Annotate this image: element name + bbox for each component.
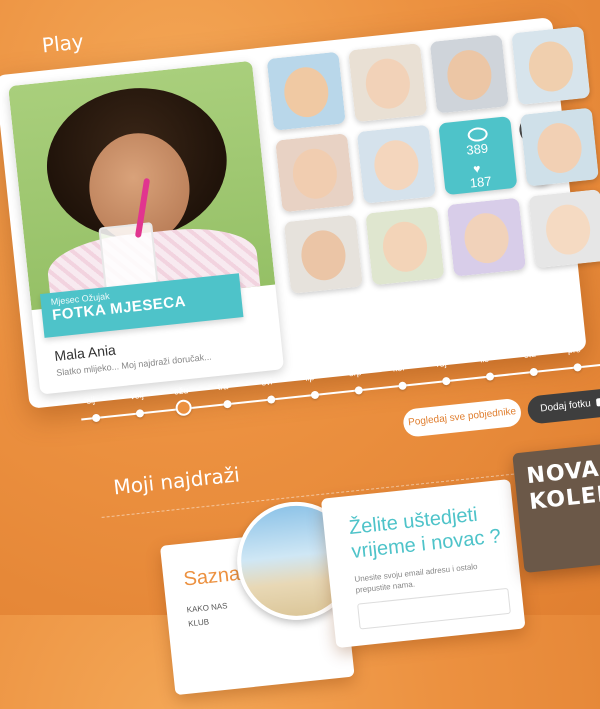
timeline-dot-active[interactable] bbox=[174, 398, 193, 417]
timeline-month-label[interactable]: svi bbox=[261, 376, 273, 387]
featured-name: Mala Ania bbox=[53, 341, 117, 364]
email-field[interactable] bbox=[357, 587, 511, 630]
thumbnail[interactable] bbox=[275, 133, 355, 213]
views-count: 389 bbox=[465, 140, 489, 158]
photo-of-month-card: Mjesec Ožujak FOTKA MJESECA Mala Ania Sl… bbox=[0, 17, 600, 409]
timeline-month-label[interactable]: sij bbox=[86, 395, 95, 406]
saznaj-item[interactable]: KLUB bbox=[188, 617, 210, 628]
thumbnail[interactable] bbox=[528, 189, 600, 269]
timeline-dot[interactable] bbox=[266, 395, 276, 404]
winners-button[interactable]: Pogledaj sve pobjednike bbox=[402, 397, 523, 438]
thumbnail-active[interactable]: 389 ♥ 187 bbox=[438, 116, 518, 196]
timeline-dot[interactable] bbox=[223, 399, 232, 409]
timeline-month-label[interactable]: ožu bbox=[173, 385, 188, 396]
saznaj-item[interactable]: KAKO NAS bbox=[186, 601, 228, 614]
timeline-dot[interactable] bbox=[485, 372, 495, 381]
timeline-month-label[interactable]: lis bbox=[480, 354, 489, 365]
section-title-play: Play bbox=[40, 29, 85, 58]
likes-count: 187 bbox=[469, 173, 493, 191]
timeline-month-label[interactable]: kol bbox=[392, 363, 404, 374]
thumbnail[interactable] bbox=[356, 124, 436, 204]
timeline-month-label[interactable]: lip bbox=[305, 372, 315, 383]
thumbnail[interactable] bbox=[365, 206, 445, 286]
thumbnail[interactable] bbox=[429, 34, 509, 114]
featured-photo-card[interactable]: Mjesec Ožujak FOTKA MJESECA Mala Ania Sl… bbox=[8, 60, 285, 395]
timeline-dot[interactable] bbox=[441, 376, 451, 386]
new-collection-banner[interactable]: NOVA KOLEKCIJ bbox=[512, 436, 600, 574]
thumbnail[interactable] bbox=[446, 197, 527, 277]
timeline-dot[interactable] bbox=[398, 381, 407, 391]
timeline-dot[interactable] bbox=[91, 413, 101, 423]
page-stage: Play Mjesec Ožujak FOTKA MJESECA Mala An… bbox=[0, 0, 600, 696]
section-title-favorites: Moji najdraži bbox=[112, 462, 241, 500]
timeline-month-label[interactable]: pro bbox=[567, 344, 581, 355]
timeline-month-label[interactable]: stu bbox=[523, 349, 536, 360]
timeline-month-label[interactable]: tra bbox=[217, 381, 229, 392]
timeline-month-label[interactable]: velj bbox=[130, 390, 144, 401]
timeline-dot[interactable] bbox=[135, 408, 145, 418]
newsletter-title: Želite uštedjeti vrijeme i novac ? bbox=[348, 500, 502, 563]
saznaj-title: Sazna bbox=[182, 562, 242, 591]
timeline-dot[interactable] bbox=[310, 390, 320, 400]
add-photo-button[interactable]: Dodaj fotku bbox=[526, 387, 600, 425]
timeline-dot[interactable] bbox=[573, 362, 582, 372]
timeline-dot[interactable] bbox=[354, 385, 364, 395]
timeline-month-label[interactable]: ruj bbox=[436, 358, 447, 369]
thumbnail[interactable] bbox=[348, 43, 428, 123]
milk-glass bbox=[98, 222, 159, 292]
timeline-dot[interactable] bbox=[529, 367, 539, 377]
add-photo-label: Dodaj fotku bbox=[539, 398, 592, 415]
thumbnail[interactable] bbox=[519, 107, 599, 187]
thumbnail[interactable] bbox=[283, 214, 363, 294]
timeline-month-label[interactable]: srp bbox=[348, 367, 361, 378]
camera-icon bbox=[596, 397, 600, 407]
thumbnail[interactable] bbox=[266, 51, 346, 131]
newsletter-panel: Želite uštedjeti vrijeme i novac ? Unesi… bbox=[320, 479, 526, 649]
thumbnail[interactable] bbox=[511, 25, 591, 106]
